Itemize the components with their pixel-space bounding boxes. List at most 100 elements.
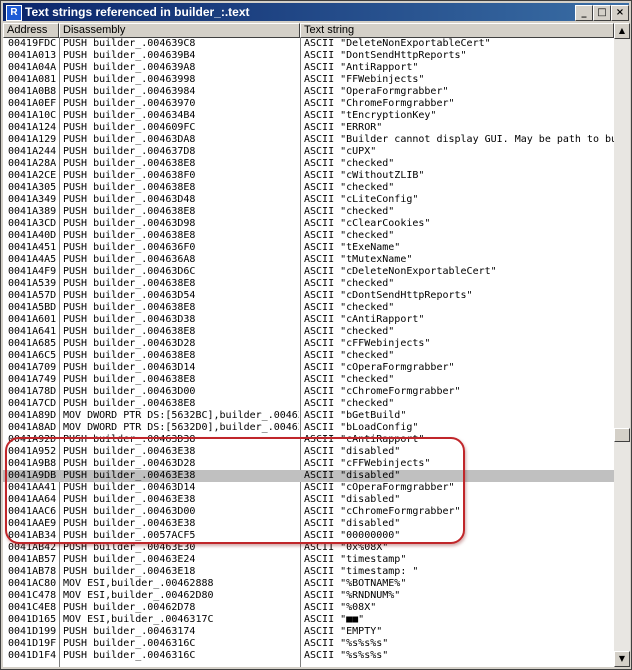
table-row[interactable]: 0041A389 PUSH builder_.004638E8 ASCII "che…	[3, 206, 614, 218]
table-row[interactable]: 0041A3CD PUSH builder_.00463D98 ASCII "cCl…	[3, 218, 614, 230]
text-string-cell: ASCII "cChromeFormgrabber"	[304, 506, 461, 517]
table-row[interactable]: 0041A78D PUSH builder_.00463D00 ASCII "cCh…	[3, 386, 614, 398]
table-row[interactable]: 0041A685 PUSH builder_.00463D28 ASCII "cFF…	[3, 338, 614, 350]
text-string-cell: ASCII "cOperaFormgrabber"	[304, 362, 455, 373]
address-cell: 0041A451	[8, 242, 57, 253]
title-bar[interactable]: R Text strings referenced in builder_:.t…	[3, 3, 629, 21]
column-header-address[interactable]: Address	[3, 23, 59, 38]
scroll-up-arrow-icon[interactable]: ▲	[614, 23, 630, 39]
table-row[interactable]: 0041A9B8 PUSH builder_.00463D28 ASCII "cFF…	[3, 458, 614, 470]
table-row[interactable]: 00419FDC PUSH builder_.004639C8 ASCII "Del…	[3, 38, 614, 50]
table-row[interactable]: 0041AA41 PUSH builder_.00463D14 ASCII "cOp…	[3, 482, 614, 494]
table-row[interactable]: 0041A081 PUSH builder_.00463998 ASCII "FFW…	[3, 74, 614, 86]
disassembly-cell: PUSH builder_.00463D38	[63, 434, 196, 445]
text-string-cell: ASCII "0x%08X"	[304, 542, 389, 553]
strings-list[interactable]: Address Disassembly Text string 00419FDC…	[3, 23, 614, 667]
strings-window: R Text strings referenced in builder_:.t…	[0, 0, 632, 670]
table-row[interactable]: 0041A124 PUSH builder_.004609FC ASCII "ERR…	[3, 122, 614, 134]
column-header-text-string[interactable]: Text string	[300, 23, 614, 38]
disassembly-cell: PUSH builder_.00463D54	[63, 290, 196, 301]
ollydbg-app-icon[interactable]: R	[6, 5, 22, 21]
text-string-cell: ASCII "checked"	[304, 158, 395, 169]
table-row[interactable]: 0041AAC6 PUSH builder_.00463D00 ASCII "cCh…	[3, 506, 614, 518]
table-row[interactable]: 0041A0B8 PUSH builder_.00463984 ASCII "Ope…	[3, 86, 614, 98]
address-cell: 0041A539	[8, 278, 57, 289]
table-row[interactable]: 0041A244 PUSH builder_.004637D8 ASCII "cUP…	[3, 146, 614, 158]
address-cell: 0041A10C	[8, 110, 57, 121]
minimize-button[interactable]: _	[575, 5, 593, 21]
text-string-cell: ASCII "checked"	[304, 350, 395, 361]
disassembly-cell: PUSH builder_.004638E8	[63, 398, 196, 409]
table-row[interactable]: 0041A5BD PUSH builder_.004638E8 ASCII "che…	[3, 302, 614, 314]
disassembly-cell: PUSH builder_.004638E8	[63, 206, 196, 217]
text-string-cell: ASCII "DontSendHttpReports"	[304, 50, 467, 61]
address-cell: 0041A129	[8, 134, 57, 145]
close-button[interactable]: ×	[611, 5, 629, 21]
table-row[interactable]: 0041A2CE PUSH builder_.004638F0 ASCII "cWi…	[3, 170, 614, 182]
text-string-cell: ASCII "timestamp: "	[304, 566, 419, 577]
disassembly-cell: PUSH builder_.00463D14	[63, 482, 196, 493]
column-header-disassembly[interactable]: Disassembly	[59, 23, 300, 38]
text-string-cell: ASCII "checked"	[304, 326, 395, 337]
table-row[interactable]: 0041AB34 PUSH builder_.0057ACF5 ASCII "000…	[3, 530, 614, 542]
address-cell: 0041A952	[8, 446, 57, 457]
address-cell: 0041A4A5	[8, 254, 57, 265]
table-row[interactable]: 0041A4F9 PUSH builder_.00463D6C ASCII "cDe…	[3, 266, 614, 278]
table-row[interactable]: 0041A013 PUSH builder_.004639B4 ASCII "Don…	[3, 50, 614, 62]
table-row[interactable]: 0041A57D PUSH builder_.00463D54 ASCII "cDo…	[3, 290, 614, 302]
disassembly-cell: PUSH builder_.004638E8	[63, 230, 196, 241]
table-row[interactable]: 0041A709 PUSH builder_.00463D14 ASCII "cOp…	[3, 362, 614, 374]
disassembly-cell: MOV DWORD PTR DS:[5632BC],builder_.00463	[63, 410, 299, 421]
table-row[interactable]: 0041A10C PUSH builder_.004634B4 ASCII "tEn…	[3, 110, 614, 122]
table-row[interactable]: 0041A451 PUSH builder_.004636F0 ASCII "tEx…	[3, 242, 614, 254]
maximize-button[interactable]: □	[593, 5, 611, 21]
table-row[interactable]: 0041A539 PUSH builder_.004638E8 ASCII "che…	[3, 278, 614, 290]
table-row[interactable]: 0041C4E8 PUSH builder_.00462D78 ASCII "%08…	[3, 602, 614, 614]
address-cell: 0041A40D	[8, 230, 57, 241]
disassembly-cell: PUSH builder_.00463E24	[63, 554, 196, 565]
table-row[interactable]: 0041A9DB PUSH builder_.00463E38 ASCII "dis…	[3, 470, 614, 482]
table-row[interactable]: 0041D199 PUSH builder_.00463174 ASCII "EMP…	[3, 626, 614, 638]
table-row[interactable]: 0041A28A PUSH builder_.004638E8 ASCII "che…	[3, 158, 614, 170]
text-string-cell: ASCII "Builder cannot display GUI. May b…	[304, 134, 614, 145]
table-row[interactable]: 0041A04A PUSH builder_.004639A8 ASCII "Ant…	[3, 62, 614, 74]
table-row[interactable]: 0041AA64 PUSH builder_.00463E38 ASCII "dis…	[3, 494, 614, 506]
table-row[interactable]: 0041A349 PUSH builder_.00463D48 ASCII "cLi…	[3, 194, 614, 206]
table-row[interactable]: 0041AB78 PUSH builder_.00463E18 ASCII "tim…	[3, 566, 614, 578]
table-row[interactable]: 0041D19F PUSH builder_.0046316C ASCII "%s%…	[3, 638, 614, 650]
text-string-cell: ASCII "checked"	[304, 278, 395, 289]
table-row[interactable]: 0041A6C5 PUSH builder_.004638E8 ASCII "che…	[3, 350, 614, 362]
table-row[interactable]: 0041A952 PUSH builder_.00463E38 ASCII "dis…	[3, 446, 614, 458]
table-row[interactable]: 0041D165 MOV ESI,builder_.0046317C ASCII "…	[3, 614, 614, 626]
table-row[interactable]: 0041A7CD PUSH builder_.004638E8 ASCII "che…	[3, 398, 614, 410]
scroll-down-arrow-icon[interactable]: ▼	[614, 651, 630, 667]
scrollbar-thumb[interactable]	[614, 428, 630, 442]
disassembly-cell: PUSH builder_.00462D78	[63, 602, 196, 613]
text-string-cell: ASCII "cOperaFormgrabber"	[304, 482, 455, 493]
table-row[interactable]: 0041C478 MOV ESI,builder_.00462D80 ASCII "…	[3, 590, 614, 602]
table-row[interactable]: 0041AB57 PUSH builder_.00463E24 ASCII "tim…	[3, 554, 614, 566]
disassembly-cell: PUSH builder_.004638E8	[63, 374, 196, 385]
table-row[interactable]: 0041AAE9 PUSH builder_.00463E38 ASCII "dis…	[3, 518, 614, 530]
table-row[interactable]: 0041A641 PUSH builder_.004638E8 ASCII "che…	[3, 326, 614, 338]
table-row[interactable]: 0041A0EF PUSH builder_.00463970 ASCII "Chr…	[3, 98, 614, 110]
table-row[interactable]: 0041AC80 MOV ESI,builder_.00462888 ASCII "…	[3, 578, 614, 590]
text-string-cell: ASCII "%BOTNAME%"	[304, 578, 407, 589]
table-row[interactable]: 0041A305 PUSH builder_.004638E8 ASCII "che…	[3, 182, 614, 194]
table-row[interactable]: 0041AB42 PUSH builder_.00463E30 ASCII "0x%…	[3, 542, 614, 554]
table-row[interactable]: 0041A601 PUSH builder_.00463D38 ASCII "cAn…	[3, 314, 614, 326]
disassembly-cell: PUSH builder_.0057ACF5	[63, 530, 196, 541]
vertical-scrollbar[interactable]: ▲ ▼	[614, 23, 630, 667]
table-row[interactable]: 0041A92D PUSH builder_.00463D38 ASCII "cAn…	[3, 434, 614, 446]
table-row[interactable]: 0041A4A5 PUSH builder_.004636A8 ASCII "tMu…	[3, 254, 614, 266]
table-row[interactable]: 0041A129 PUSH builder_.00463DA8 ASCII "Bui…	[3, 134, 614, 146]
table-row[interactable]: 0041A40D PUSH builder_.004638E8 ASCII "che…	[3, 230, 614, 242]
table-row[interactable]: 0041A749 PUSH builder_.004638E8 ASCII "che…	[3, 374, 614, 386]
table-row[interactable]: 0041D1F4 PUSH builder_.0046316C ASCII "%s%…	[3, 650, 614, 662]
text-string-cell: ASCII "ChromeFormgrabber"	[304, 98, 455, 109]
address-cell: 0041A081	[8, 74, 57, 85]
text-string-cell: ASCII "cFFWebinjects"	[304, 338, 431, 349]
table-row[interactable]: 0041A89D MOV DWORD PTR DS:[5632BC],builde…	[3, 410, 614, 422]
table-row[interactable]: 0041A8AD MOV DWORD PTR DS:[5632D0],builde…	[3, 422, 614, 434]
address-cell: 0041A5BD	[8, 302, 57, 313]
